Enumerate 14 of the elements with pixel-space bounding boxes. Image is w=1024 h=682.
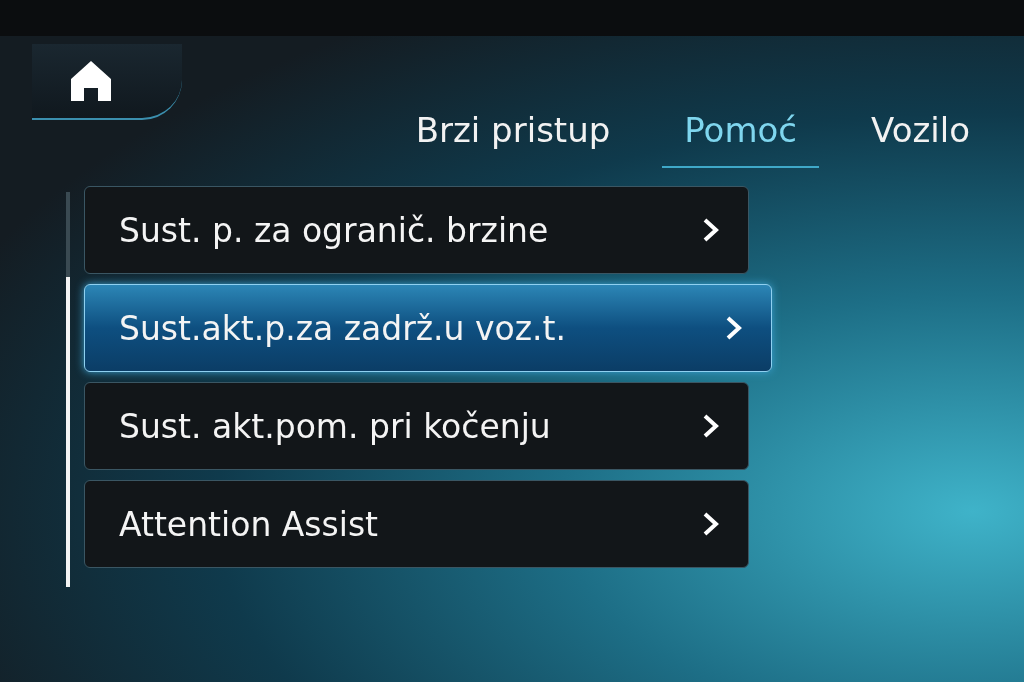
- menu-item[interactable]: Sust. akt.pom. pri kočenju: [84, 382, 749, 470]
- chevron-right-icon: [702, 511, 720, 537]
- chevron-right-icon: [725, 315, 743, 341]
- scrollbar[interactable]: [66, 192, 70, 587]
- menu-item[interactable]: Attention Assist: [84, 480, 749, 568]
- home-icon: [68, 58, 114, 104]
- menu-item[interactable]: Sust.akt.p.za zadrž.u voz.t.: [84, 284, 772, 372]
- tab[interactable]: Vozilo: [849, 96, 992, 168]
- tab[interactable]: Brzi pristup: [393, 96, 633, 168]
- chevron-right-icon: [702, 413, 720, 439]
- home-button[interactable]: [32, 44, 182, 120]
- menu-item[interactable]: Sust. p. za ogranič. brzine: [84, 186, 749, 274]
- tab[interactable]: Pomoć: [662, 96, 820, 168]
- chevron-right-icon: [702, 217, 720, 243]
